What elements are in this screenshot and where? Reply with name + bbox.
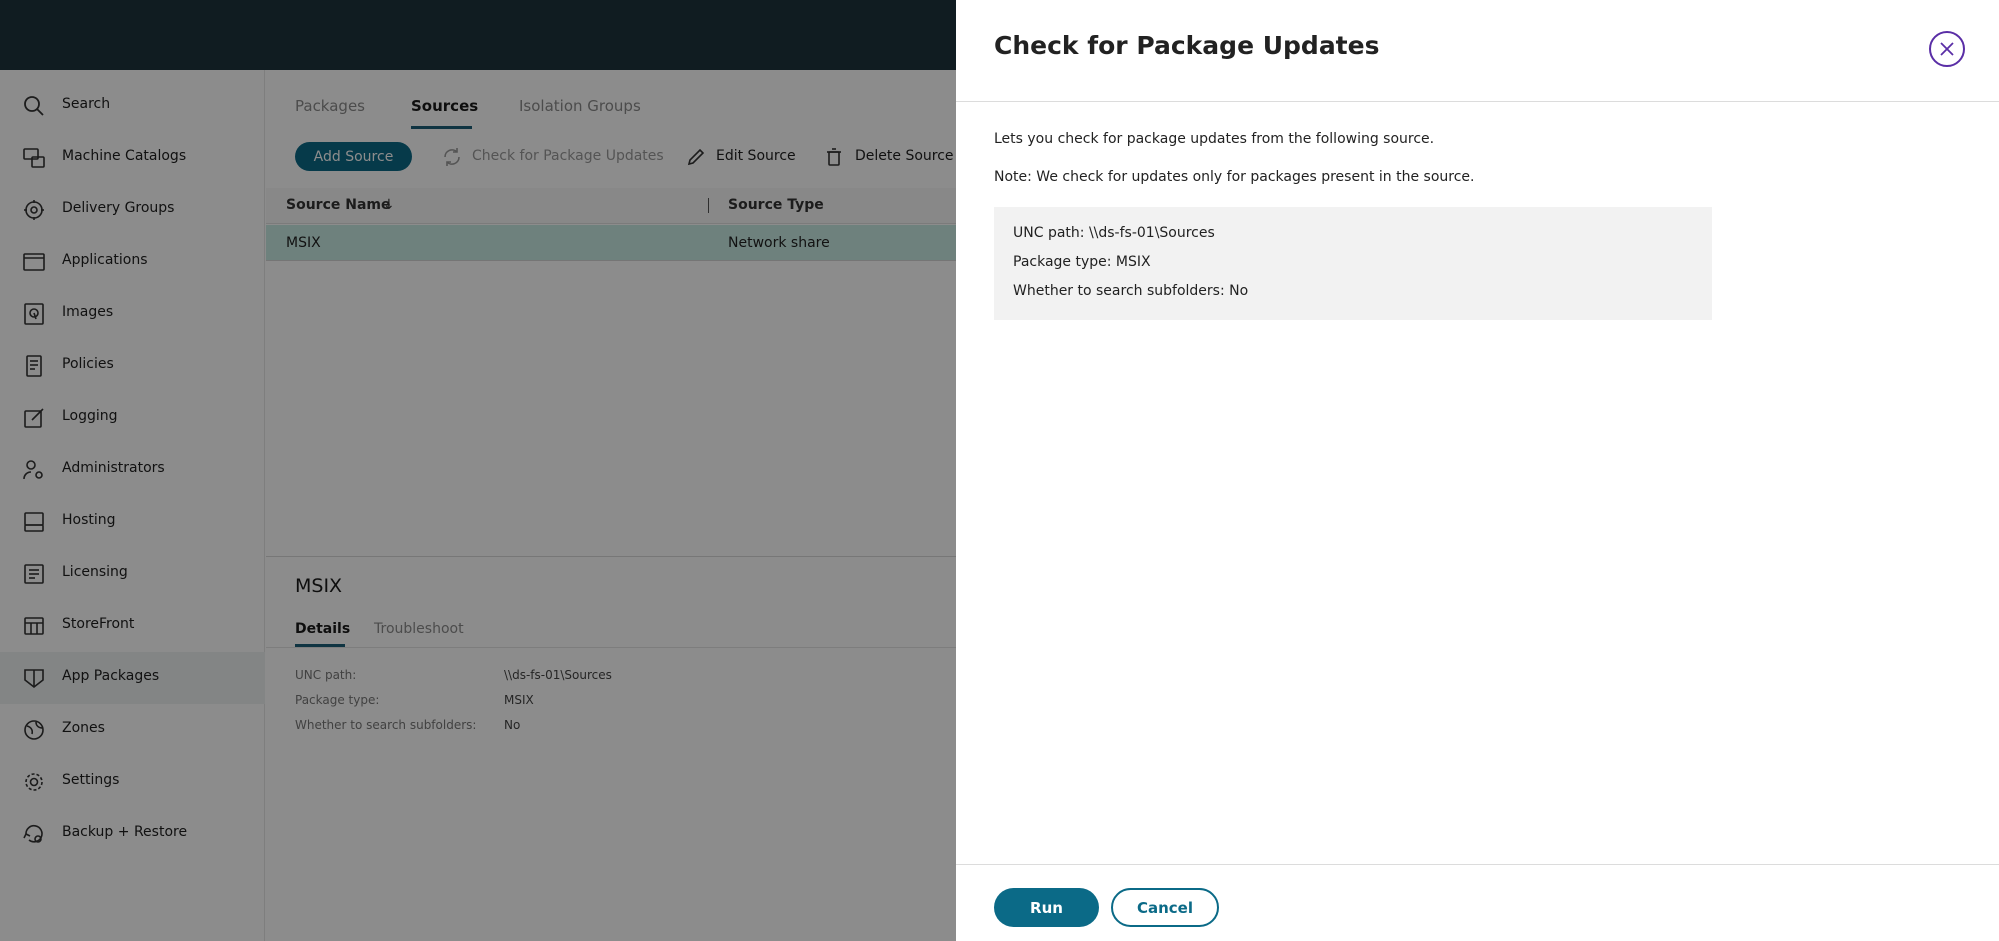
unc-path-text: UNC path: \\ds-fs-01\Sources: [1013, 225, 1215, 241]
divider: [956, 864, 1999, 865]
divider: [956, 101, 1999, 102]
check-for-package-updates-panel: Check for Package Updates Lets you check…: [956, 0, 1999, 941]
package-type-text: Package type: MSIX: [1013, 254, 1151, 270]
source-info-box: UNC path: \\ds-fs-01\Sources Package typ…: [994, 207, 1712, 320]
search-subfolders-text: Whether to search subfolders: No: [1013, 283, 1249, 299]
run-button[interactable]: Run: [994, 888, 1099, 927]
close-icon: [1940, 42, 1954, 56]
panel-note: Note: We check for updates only for pack…: [994, 169, 1475, 185]
panel-title: Check for Package Updates: [994, 31, 1380, 60]
close-button[interactable]: [1929, 31, 1965, 67]
panel-description: Lets you check for package updates from …: [994, 131, 1435, 147]
cancel-button[interactable]: Cancel: [1111, 888, 1219, 927]
